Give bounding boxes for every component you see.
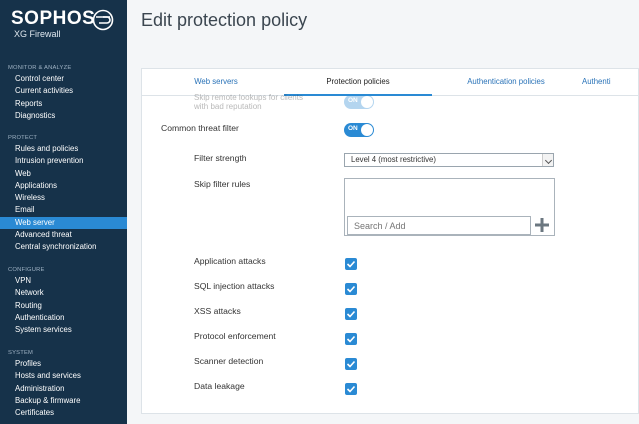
product-name: XG Firewall [14, 29, 61, 39]
check-label-protocol-enforcement: Protocol enforcement [194, 331, 276, 341]
nav-section-configure: CONFIGURE VPN Network Routing Authentica… [0, 266, 127, 336]
nav-item-applications[interactable]: Applications [0, 180, 127, 192]
nav-heading: PROTECT [8, 135, 38, 141]
checkbox-protocol-enforcement[interactable] [345, 333, 357, 345]
nav-heading: MONITOR & ANALYZE [8, 65, 72, 71]
nav-item-authentication[interactable]: Authentication [0, 312, 127, 324]
nav-item-control-center[interactable]: Control center [0, 73, 127, 85]
nav-item-vpn[interactable]: VPN [0, 275, 127, 287]
skip-remote-toggle[interactable]: ON [344, 95, 374, 109]
sidebar: SOPHOS XG Firewall MONITOR & ANALYZE Con… [0, 0, 127, 424]
tab-protection-policies[interactable]: Protection policies [284, 69, 432, 96]
page-title: Edit protection policy [141, 10, 308, 30]
plus-icon[interactable] [535, 218, 549, 232]
tab-web-servers[interactable]: Web servers [142, 69, 290, 96]
skip-remote-label-line2: with bad reputation [194, 102, 262, 111]
nav-item-wireless[interactable]: Wireless [0, 192, 127, 204]
nav-item-current-activities[interactable]: Current activities [0, 85, 127, 97]
nav-item-web-server[interactable]: Web server [0, 216, 127, 230]
check-icon [346, 335, 356, 343]
check-label-application-attacks: Application attacks [194, 256, 266, 266]
nav-item-reports[interactable]: Reports [0, 98, 127, 110]
check-icon [346, 360, 356, 368]
filter-strength-select[interactable]: Level 4 (most restrictive) [344, 153, 554, 167]
checkbox-application-attacks[interactable] [345, 258, 357, 270]
tab-bar: Web servers Protection policies Authenti… [142, 69, 639, 96]
brand-name: SOPHOS [11, 8, 96, 29]
nav-item-routing[interactable]: Routing [0, 300, 127, 312]
nav-heading: CONFIGURE [8, 267, 45, 273]
nav-item-administration[interactable]: Administration [0, 383, 127, 395]
toggle-knob [361, 96, 373, 108]
check-icon [346, 385, 356, 393]
check-label-sql-injection: SQL injection attacks [194, 281, 275, 291]
filter-strength-label: Filter strength [194, 153, 247, 163]
toggle-state: ON [348, 125, 358, 132]
checkbox-xss-attacks[interactable] [345, 308, 357, 320]
nav-item-profiles[interactable]: Profiles [0, 358, 127, 370]
chevron-down-icon [542, 154, 553, 166]
tab-authentication-policies[interactable]: Authentication policies [432, 69, 580, 96]
policy-panel: Web servers Protection policies Authenti… [141, 68, 639, 414]
common-threat-label: Common threat filter [161, 123, 239, 133]
sophos-globe-icon [92, 9, 114, 31]
skip-filter-rules-box [344, 178, 555, 236]
nav-item-central-synchronization[interactable]: Central synchronization [0, 241, 127, 253]
nav-item-email[interactable]: Email [0, 204, 127, 216]
nav-item-network[interactable]: Network [0, 287, 127, 299]
nav-item-backup-firmware[interactable]: Backup & firmware [0, 395, 127, 407]
check-label-scanner-detection: Scanner detection [194, 356, 264, 366]
main-content: Edit protection policy Web servers Prote… [127, 0, 639, 424]
nav-item-diagnostics[interactable]: Diagnostics [0, 110, 127, 122]
skip-filter-search-input[interactable] [347, 216, 531, 235]
check-icon [346, 260, 356, 268]
checkbox-scanner-detection[interactable] [345, 358, 357, 370]
skip-remote-label: Skip remote lookups for clients with bad… [194, 93, 303, 111]
check-icon [346, 310, 356, 318]
tab-authentication-truncated[interactable]: Authenti [580, 69, 639, 96]
common-threat-toggle[interactable]: ON [344, 123, 374, 137]
nav-item-advanced-threat[interactable]: Advanced threat [0, 229, 127, 241]
nav-item-web[interactable]: Web [0, 168, 127, 180]
skip-remote-label-line1: Skip remote lookups for clients [194, 93, 303, 102]
nav-section-system: SYSTEM Profiles Hosts and services Admin… [0, 349, 127, 419]
checkbox-data-leakage[interactable] [345, 383, 357, 395]
skip-filter-rules-label: Skip filter rules [194, 179, 251, 189]
nav-section-monitor: MONITOR & ANALYZE Control center Current… [0, 64, 127, 122]
sophos-logo[interactable]: SOPHOS XG Firewall [11, 8, 121, 42]
toggle-state: ON [348, 97, 358, 104]
nav-heading: SYSTEM [8, 350, 34, 356]
toggle-knob [361, 124, 373, 136]
nav-item-system-services[interactable]: System services [0, 324, 127, 336]
check-label-xss-attacks: XSS attacks [194, 306, 241, 316]
nav-item-intrusion-prevention[interactable]: Intrusion prevention [0, 155, 127, 167]
nav-item-rules-and-policies[interactable]: Rules and policies [0, 143, 127, 155]
nav-section-protect: PROTECT Rules and policies Intrusion pre… [0, 134, 127, 254]
filter-strength-value: Level 4 (most restrictive) [351, 155, 436, 164]
nav-item-hosts-and-services[interactable]: Hosts and services [0, 370, 127, 382]
checkbox-sql-injection[interactable] [345, 283, 357, 295]
nav-item-certificates[interactable]: Certificates [0, 407, 127, 419]
check-icon [346, 285, 356, 293]
check-label-data-leakage: Data leakage [194, 381, 245, 391]
